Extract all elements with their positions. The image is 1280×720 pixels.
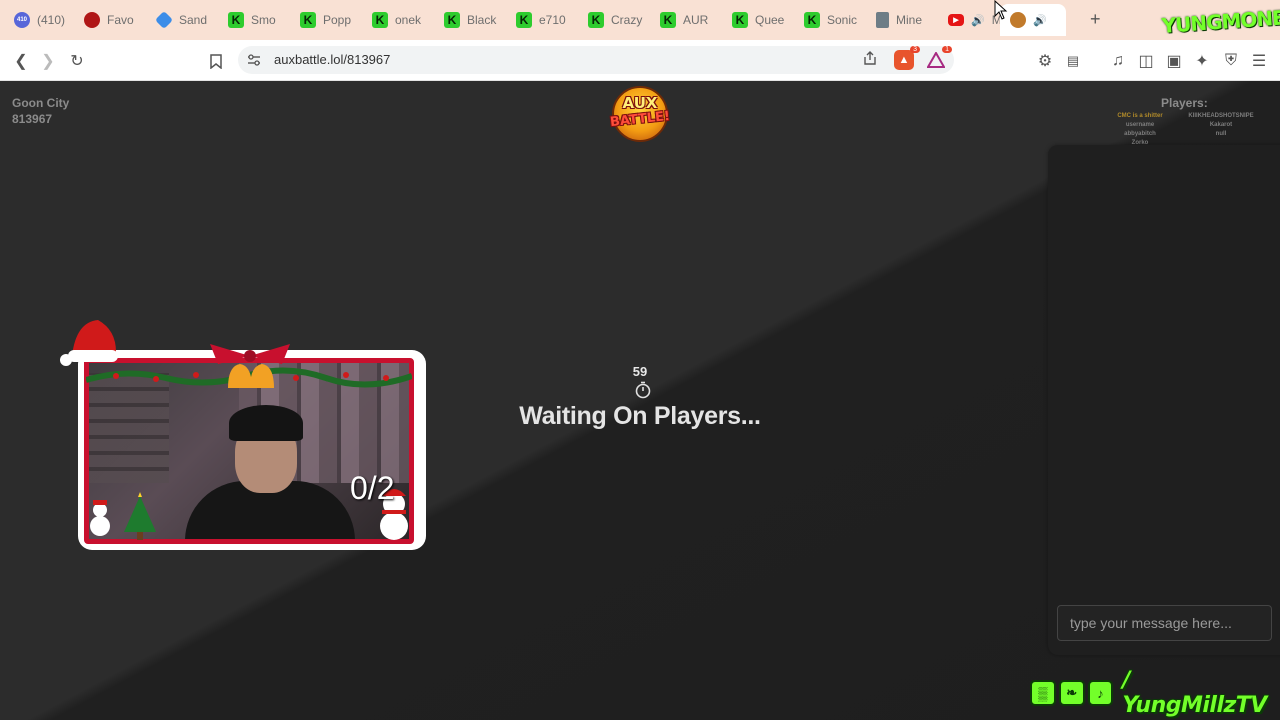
browser-tab[interactable]: ▶ 🔊 M bbox=[938, 6, 1000, 34]
player-name: CMC is a shitter bbox=[1117, 113, 1163, 119]
music-icon[interactable]: ♫ bbox=[1107, 50, 1129, 72]
tab-label: AUR bbox=[683, 13, 709, 27]
players-list-left: CMC is a shitter username abbyabitch Zor… bbox=[1110, 112, 1170, 148]
brave-rewards-icon[interactable]: 1 bbox=[926, 46, 952, 70]
room-name: Goon City bbox=[12, 96, 70, 110]
burger-icon bbox=[1010, 12, 1026, 28]
kick-icon: K bbox=[372, 12, 388, 28]
bookmark-icon[interactable] bbox=[205, 50, 227, 72]
kick-icon: K bbox=[588, 12, 604, 28]
chat-message-input[interactable] bbox=[1057, 605, 1272, 641]
audio-playing-icon[interactable]: 🔊 bbox=[971, 14, 985, 27]
browser-tab[interactable]: K Black bbox=[434, 6, 506, 34]
address-bar[interactable]: auxbattle.lol/813967 ▲ 3 1 bbox=[238, 46, 954, 74]
wallet-icon[interactable]: ▣ bbox=[1163, 50, 1185, 72]
tab-label: Mine bbox=[896, 13, 923, 27]
browser-tab[interactable]: Favo bbox=[74, 6, 146, 34]
kick-icon: K bbox=[300, 12, 316, 28]
browser-tab[interactable]: 410 (410) bbox=[4, 6, 74, 34]
tab-label: Sonic bbox=[827, 13, 858, 27]
twitter-icon: ❧ bbox=[1058, 680, 1085, 706]
tab-label: onek bbox=[395, 13, 422, 27]
auxbattle-logo[interactable]: AUX BATTLE! bbox=[608, 84, 672, 142]
players-list-right: KIIIKHEADSHOTSNIPE Kakarot null bbox=[1186, 112, 1256, 139]
christmas-tree-icon bbox=[124, 492, 156, 540]
player-name: Kakarot bbox=[1209, 122, 1233, 128]
brave-shields-count: 3 bbox=[910, 46, 920, 53]
browser-toolbar: ❮ ❯ ↻ auxbattle.lol/813967 ▲ 3 1 ⚙ ▤ ♫ ◫ … bbox=[0, 40, 1280, 81]
stopwatch-icon bbox=[635, 381, 651, 399]
player-name: null bbox=[1215, 131, 1227, 137]
bells-bow-icon bbox=[210, 344, 290, 388]
menu-icon[interactable]: ☰ bbox=[1248, 50, 1270, 72]
reload-icon[interactable]: ↻ bbox=[66, 50, 88, 72]
browser-tab-strip: 410 (410) Favo Sand K Smo K Popp Konek K Black Ke71… bbox=[0, 0, 1280, 40]
tab-label: Sand bbox=[179, 13, 208, 27]
vpn-shield-icon[interactable]: ⛨ bbox=[1220, 50, 1242, 72]
kick-icon: K bbox=[516, 12, 532, 28]
inbox-410-icon: 410 bbox=[14, 12, 30, 28]
santa-hat-icon bbox=[60, 320, 118, 366]
streamer-handle: / YungMillzTV bbox=[1122, 668, 1267, 718]
stream-socials-watermark: ▒ ❧ ♪ / YungMillzTV bbox=[1030, 668, 1280, 718]
browser-tab[interactable]: 🔊✕ bbox=[1000, 4, 1066, 36]
browser-tab[interactable]: K Quee bbox=[722, 6, 794, 34]
tiktok-icon: ♪ bbox=[1087, 680, 1114, 706]
tab-label: Crazy bbox=[611, 13, 643, 27]
red-dot-icon bbox=[84, 12, 100, 28]
browser-tab[interactable]: K AUR bbox=[650, 6, 722, 34]
tab-label: Popp bbox=[323, 13, 352, 27]
url-text[interactable]: auxbattle.lol/813967 bbox=[274, 52, 390, 67]
tab-label: Smo bbox=[251, 13, 276, 27]
snowman-icon bbox=[90, 500, 110, 536]
beanie bbox=[229, 405, 303, 441]
rewards-alert-count: 1 bbox=[942, 46, 952, 53]
browser-tab[interactable]: K Popp bbox=[290, 6, 362, 34]
waiting-status: Waiting On Players... bbox=[519, 402, 761, 430]
browser-tab[interactable]: Konek bbox=[362, 6, 434, 34]
player-name: KIIIKHEADSHOTSNIPE bbox=[1188, 113, 1254, 119]
back-icon[interactable]: ❮ bbox=[10, 50, 32, 72]
room-code: 813967 bbox=[12, 112, 53, 126]
doc-icon bbox=[876, 12, 889, 28]
mouse-cursor-icon bbox=[994, 0, 1008, 20]
tab-label: Quee bbox=[755, 13, 785, 27]
players-title: Players: bbox=[1161, 96, 1208, 110]
youtube-icon: ▶ bbox=[948, 14, 964, 26]
webcam-overlay: 0/2 bbox=[50, 316, 430, 554]
browser-tab[interactable]: Mine bbox=[866, 6, 938, 34]
extensions-icon[interactable]: ⚙ bbox=[1034, 50, 1056, 72]
leo-ai-icon[interactable]: ✦ bbox=[1191, 50, 1213, 72]
browser-tab[interactable]: K Smo bbox=[218, 6, 290, 34]
player-name: username bbox=[1125, 122, 1155, 128]
tab-label: Favo bbox=[107, 13, 134, 27]
tab-label: Black bbox=[467, 13, 497, 27]
tab-label: e710 bbox=[539, 13, 566, 27]
new-tab-button[interactable]: + bbox=[1090, 9, 1101, 30]
player-counter: 0/2 bbox=[350, 470, 395, 506]
twitch-icon: ▒ bbox=[1030, 680, 1056, 706]
browser-tab[interactable]: K Crazy bbox=[578, 6, 650, 34]
kick-icon: K bbox=[732, 12, 748, 28]
kick-icon: K bbox=[804, 12, 820, 28]
browser-tab[interactable]: K Sonic bbox=[794, 6, 866, 34]
player-name: abbyabitch bbox=[1124, 131, 1156, 137]
audio-playing-icon[interactable]: 🔊 bbox=[1033, 14, 1047, 27]
sidebar-icon[interactable]: ◫ bbox=[1135, 50, 1157, 72]
blue-gem-icon bbox=[154, 10, 174, 30]
brave-shields-icon[interactable]: ▲ 3 bbox=[894, 46, 920, 70]
share-icon[interactable] bbox=[862, 51, 878, 69]
chat-panel bbox=[1048, 145, 1280, 655]
tab-label: (410) bbox=[37, 13, 66, 27]
forward-icon[interactable]: ❯ bbox=[37, 50, 59, 72]
kick-icon: K bbox=[444, 12, 460, 28]
countdown-timer: 59 bbox=[632, 364, 648, 379]
kick-icon: K bbox=[660, 12, 676, 28]
site-settings-icon[interactable] bbox=[246, 52, 262, 68]
kick-icon: K bbox=[228, 12, 244, 28]
browser-tab[interactable]: Ke710 bbox=[506, 6, 578, 34]
reader-icon[interactable]: ▤ bbox=[1062, 50, 1084, 72]
browser-tab[interactable]: Sand bbox=[146, 6, 218, 34]
